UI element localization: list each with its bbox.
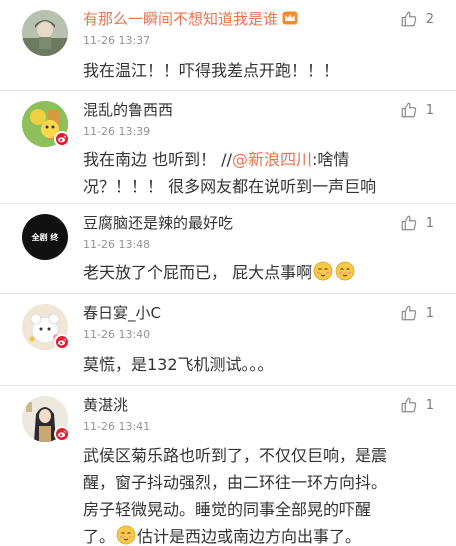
thumbs-up-icon bbox=[400, 214, 418, 232]
verified-badge bbox=[54, 131, 70, 147]
thumbs-up-icon bbox=[400, 101, 418, 119]
like-count: 1 bbox=[425, 102, 434, 118]
shy-emoji-icon bbox=[116, 525, 136, 545]
weibo-icon bbox=[57, 429, 67, 439]
comment-time: 11-26 13:37 bbox=[83, 34, 151, 47]
comment-text: 莫慌，是132飞机测试。。。 bbox=[83, 355, 274, 374]
avatar[interactable] bbox=[22, 396, 70, 442]
weibo-icon bbox=[57, 337, 67, 347]
like-count: 1 bbox=[425, 305, 434, 321]
comment-text: 老天放了个屁而已， 屁大点事啊 bbox=[83, 259, 441, 286]
comment-item: 全剧 终 豆腐脑还是辣的最好吃 11-26 13:48 1 老天放了个屁而已， … bbox=[0, 204, 456, 294]
thumbs-up-icon bbox=[400, 10, 418, 28]
avatar[interactable]: 全剧 终 bbox=[22, 214, 68, 260]
comment-text: 我在南边 也听到！ //@新浪四川:啥情 况？！！！ 很多网友都在说听到一声巨响 bbox=[83, 150, 377, 196]
avatar-text: 全剧 终 bbox=[31, 232, 59, 242]
like-count: 1 bbox=[425, 215, 434, 231]
like-button[interactable]: 1 bbox=[400, 101, 434, 119]
comment-text: 我在温江！！吓得我差点开跑！！！ bbox=[83, 61, 340, 80]
username[interactable]: 黄湛洮 bbox=[83, 394, 128, 416]
like-button[interactable]: 1 bbox=[400, 304, 434, 322]
comment-time: 11-26 13:48 bbox=[83, 238, 151, 251]
thumbs-up-icon bbox=[400, 304, 418, 322]
shy-emoji-icon bbox=[313, 261, 333, 281]
thumbs-up-icon bbox=[400, 396, 418, 414]
comment-item: 黄湛洮 11-26 13:41 1 武侯区菊乐路也听到了，不仅仅巨响，是震 醒，… bbox=[0, 386, 456, 546]
mention-link[interactable]: @新浪四川 bbox=[232, 150, 312, 169]
shy-emoji-icon bbox=[335, 261, 355, 281]
comment-item: 春日宴_小C 11-26 13:40 1 莫慌，是132飞机测试。。。 bbox=[0, 294, 456, 386]
comment-time: 11-26 13:39 bbox=[83, 125, 151, 138]
comment-item: 混乱的鲁西西 11-26 13:39 1 我在南边 也听到！ //@新浪四川:啥… bbox=[0, 91, 456, 204]
verified-badge bbox=[54, 334, 70, 350]
verified-badge bbox=[54, 426, 70, 442]
username[interactable]: 春日宴_小C bbox=[83, 302, 161, 324]
username[interactable]: 有那么一瞬间不想知道我是谁 bbox=[83, 8, 298, 30]
avatar[interactable] bbox=[22, 101, 70, 147]
comment-text: 武侯区菊乐路也听到了，不仅仅巨响，是震 醒，窗子抖动强烈，由二环往一环方向抖。 … bbox=[83, 446, 388, 546]
avatar[interactable] bbox=[22, 304, 70, 350]
comment-item: 有那么一瞬间不想知道我是谁 11-26 13:37 2 我在温江！！吓得我差点开… bbox=[0, 0, 456, 91]
comment-time: 11-26 13:41 bbox=[83, 420, 151, 433]
like-count: 1 bbox=[425, 397, 434, 413]
avatar-image bbox=[22, 10, 68, 56]
username[interactable]: 混乱的鲁西西 bbox=[83, 99, 173, 121]
username[interactable]: 豆腐脑还是辣的最好吃 bbox=[83, 212, 233, 234]
vip-crown-icon bbox=[282, 11, 298, 25]
comment-time: 11-26 13:40 bbox=[83, 328, 151, 341]
avatar[interactable] bbox=[22, 10, 68, 56]
like-button[interactable]: 1 bbox=[400, 396, 434, 414]
like-button[interactable]: 2 bbox=[400, 10, 434, 28]
weibo-icon bbox=[57, 134, 67, 144]
like-count: 2 bbox=[425, 11, 434, 27]
like-button[interactable]: 1 bbox=[400, 214, 434, 232]
